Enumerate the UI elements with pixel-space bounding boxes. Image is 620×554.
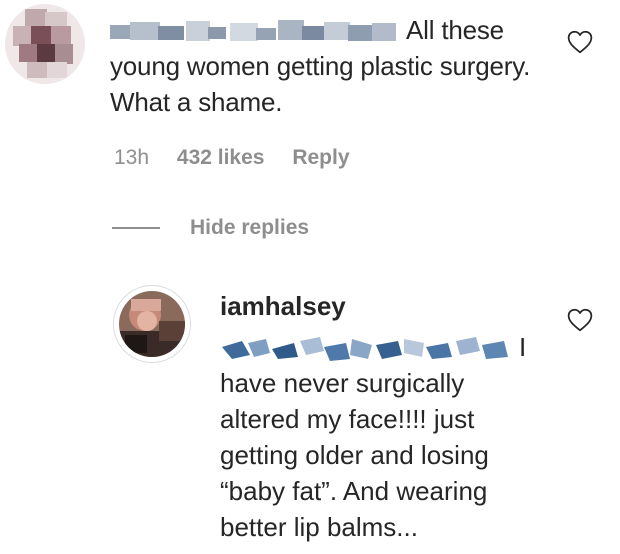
reply-username[interactable]: iamhalsey xyxy=(220,291,346,322)
comment-text: young women getting plastic surgery. Wha… xyxy=(110,51,531,117)
redacted-mention[interactable] xyxy=(220,335,515,363)
avatar-photo xyxy=(119,291,185,357)
reply-text: have never surgically altered my face!!!… xyxy=(220,368,489,542)
hide-replies-toggle[interactable]: Hide replies xyxy=(112,213,309,243)
like-heart-icon[interactable] xyxy=(567,308,593,332)
comment-likes-count[interactable]: 432 likes xyxy=(177,146,265,170)
comment-timestamp[interactable]: 13h xyxy=(114,146,149,170)
commenter-avatar[interactable] xyxy=(5,4,85,84)
divider-line xyxy=(112,227,160,229)
redaction-image xyxy=(110,20,396,42)
comment-meta-row: 13h 432 likes Reply xyxy=(114,146,372,170)
hide-replies-label: Hide replies xyxy=(190,216,310,239)
reply-button[interactable]: Reply xyxy=(292,146,349,170)
comment-first-line: All these xyxy=(110,12,504,48)
like-heart-icon[interactable] xyxy=(567,30,593,54)
reply-avatar[interactable] xyxy=(119,291,185,357)
redaction-image xyxy=(222,337,508,362)
redacted-username[interactable] xyxy=(110,17,400,47)
comment-text-first-line: All these xyxy=(406,15,504,45)
reply-body: I have never surgically altered my face!… xyxy=(220,329,550,545)
pixelated-avatar-image xyxy=(5,4,85,84)
reply-text-after-mention: I xyxy=(519,332,527,362)
